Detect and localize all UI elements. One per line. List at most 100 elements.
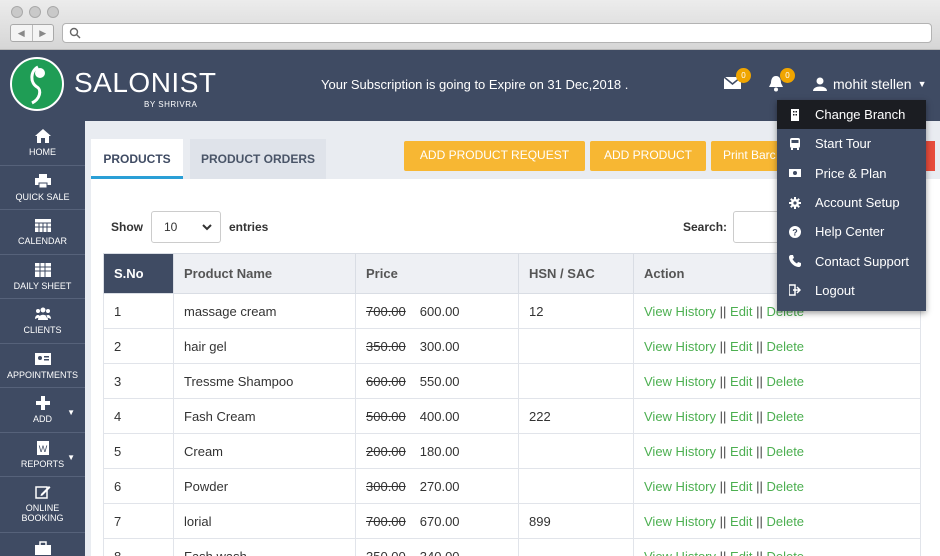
view-history-link[interactable]: View History	[644, 339, 716, 354]
menu-item-label: Start Tour	[815, 136, 872, 152]
delete-link[interactable]: Delete	[766, 409, 804, 424]
cell-price: 700.00 600.00	[355, 293, 519, 329]
sidebar-item-label: APPOINTMENTS	[6, 369, 78, 380]
sidebar-item-home[interactable]: HOME	[0, 121, 85, 166]
action-separator: ||	[756, 548, 763, 556]
sidebar-item-clients[interactable]: CLIENTS	[0, 299, 85, 344]
column-header-price[interactable]: Price	[355, 253, 519, 294]
tab-product-orders[interactable]: PRODUCT ORDERS	[190, 139, 326, 179]
sidebar-item-add[interactable]: ADD ▼	[0, 388, 85, 433]
view-history-link[interactable]: View History	[644, 549, 716, 556]
mail-button[interactable]: 0	[723, 68, 751, 93]
window-minimize-button[interactable]	[29, 6, 41, 18]
id-card-icon	[34, 352, 51, 365]
original-price: 500.00	[366, 408, 406, 424]
edit-link[interactable]: Edit	[730, 514, 752, 529]
delete-link[interactable]: Delete	[766, 549, 804, 556]
edit-link[interactable]: Edit	[730, 409, 752, 424]
tab-products[interactable]: PRODUCTS	[91, 139, 183, 179]
delete-link[interactable]: Delete	[766, 374, 804, 389]
action-separator: ||	[756, 443, 763, 459]
sidebar-item-calendar[interactable]: CALENDAR	[0, 210, 85, 255]
cell-hsn-sac	[518, 328, 634, 364]
menu-item-account-setup[interactable]: Account Setup	[777, 188, 926, 217]
notifications-button[interactable]: 0	[767, 68, 795, 95]
add-product-request-button[interactable]: ADD PRODUCT REQUEST	[404, 141, 585, 171]
sale-price: 670.00	[419, 513, 460, 529]
grid-icon	[34, 262, 51, 277]
menu-item-label: Help Center	[815, 224, 885, 240]
view-history-link[interactable]: View History	[644, 374, 716, 389]
caret-down-icon: ▼	[917, 79, 927, 89]
search-icon	[69, 27, 81, 39]
menu-item-logout[interactable]: Logout	[777, 276, 926, 305]
cell-action: View History || Edit || Delete	[633, 433, 921, 469]
edit-icon	[34, 486, 50, 499]
view-history-link[interactable]: View History	[644, 479, 716, 494]
sidebar-item-appointments[interactable]: APPOINTMENTS	[0, 344, 85, 388]
logout-icon	[789, 284, 801, 297]
cell-hsn-sac: 899	[518, 503, 634, 539]
sidebar-item-online-booking[interactable]: ONLINE BOOKING	[0, 477, 85, 533]
column-header-hsn-sac[interactable]: HSN / SAC	[518, 253, 634, 294]
sale-price: 600.00	[419, 303, 460, 319]
menu-item-label: Price & Plan	[815, 165, 887, 181]
edit-link[interactable]: Edit	[730, 339, 752, 354]
view-history-link[interactable]: View History	[644, 444, 716, 459]
view-history-link[interactable]: View History	[644, 514, 716, 529]
delete-link[interactable]: Delete	[766, 444, 804, 459]
delete-link[interactable]: Delete	[766, 339, 804, 354]
user-menu-toggle[interactable]: mohit stellen ▼	[813, 76, 927, 92]
edit-link[interactable]: Edit	[730, 549, 752, 556]
forward-arrow-icon[interactable]: ▶	[31, 25, 54, 41]
back-arrow-icon[interactable]: ◀	[11, 25, 32, 41]
entries-select[interactable]: 10	[151, 211, 221, 243]
edit-link[interactable]: Edit	[730, 479, 752, 494]
delete-link[interactable]: Delete	[766, 514, 804, 529]
plus-icon	[35, 396, 50, 410]
cell-sno: 3	[103, 363, 174, 399]
menu-item-contact-support[interactable]: Contact Support	[777, 246, 926, 275]
address-bar[interactable]	[62, 23, 932, 43]
menu-item-price-plan[interactable]: Price & Plan	[777, 159, 926, 188]
salonist-logo-icon[interactable]	[10, 57, 64, 111]
sidebar-item-more[interactable]	[0, 533, 85, 555]
cell-sno: 5	[103, 433, 174, 469]
briefcase-icon	[34, 541, 51, 555]
window-maximize-button[interactable]	[47, 6, 59, 18]
calendar-icon	[34, 219, 51, 232]
delete-link[interactable]: Delete	[766, 479, 804, 494]
menu-item-help-center[interactable]: ? Help Center	[777, 217, 926, 246]
sidebar-item-label: BOOKING	[21, 513, 64, 523]
add-product-button[interactable]: ADD PRODUCT	[590, 141, 706, 171]
column-header-sno[interactable]: S.No	[103, 253, 174, 294]
cell-product-name: lorial	[173, 503, 356, 539]
edit-link[interactable]: Edit	[730, 374, 752, 389]
sale-price: 300.00	[419, 338, 460, 354]
building-icon	[791, 108, 799, 121]
edit-link[interactable]: Edit	[730, 304, 752, 319]
view-history-link[interactable]: View History	[644, 409, 716, 424]
sale-price: 400.00	[419, 408, 460, 424]
edit-link[interactable]: Edit	[730, 444, 752, 459]
cell-action: View History || Edit || Delete	[633, 398, 921, 434]
cell-sno: 7	[103, 503, 174, 539]
cell-product-name: Fash wash	[173, 538, 356, 556]
cell-action: View History || Edit || Delete	[633, 468, 921, 504]
original-price: 300.00	[366, 478, 406, 494]
window-close-button[interactable]	[11, 6, 23, 18]
sidebar-item-quick-sale[interactable]: QUICK SALE	[0, 166, 85, 210]
column-header-product-name[interactable]: Product Name	[173, 253, 356, 294]
cell-action: View History || Edit || Delete	[633, 363, 921, 399]
original-price: 350.00	[366, 338, 406, 354]
view-history-link[interactable]: View History	[644, 304, 716, 319]
caret-down-icon: ▼	[67, 452, 75, 462]
menu-item-start-tour[interactable]: Start Tour	[777, 129, 926, 158]
browser-chrome: ◀ ▶	[0, 0, 940, 50]
menu-item-change-branch[interactable]: Change Branch	[777, 100, 926, 130]
sidebar-item-reports[interactable]: W REPORTS ▼	[0, 433, 85, 477]
sidebar-item-daily-sheet[interactable]: DAILY SHEET	[0, 255, 85, 299]
brand-subtitle: BY SHRIVRA	[144, 100, 198, 109]
cell-sno: 4	[103, 398, 174, 434]
menu-item-label: Logout	[815, 282, 855, 298]
